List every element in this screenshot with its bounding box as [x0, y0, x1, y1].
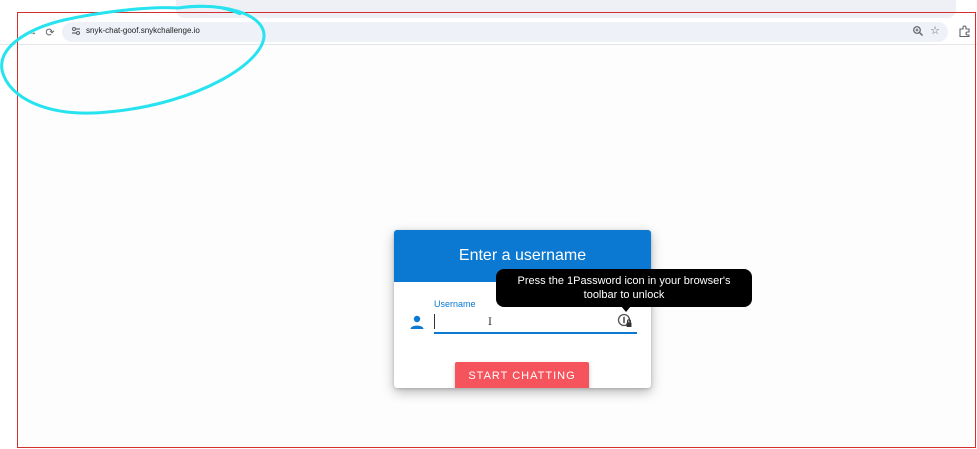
- onepassword-icon[interactable]: [617, 313, 633, 329]
- site-info-icon[interactable]: [70, 25, 82, 37]
- tooltip-arrow: [621, 306, 631, 312]
- person-icon: [410, 315, 424, 329]
- tab-strip: [176, 0, 956, 18]
- text-caret: [434, 314, 435, 329]
- ibeam-cursor: I: [488, 317, 492, 328]
- extensions-puzzle-icon[interactable]: [958, 24, 972, 38]
- onepassword-tooltip: Press the 1Password icon in your browser…: [496, 269, 752, 307]
- bookmark-star-icon[interactable]: ☆: [930, 24, 940, 38]
- address-bar[interactable]: snyk-chat-goof.snykchallenge.io ☆: [62, 22, 948, 42]
- zoom-icon[interactable]: [912, 25, 924, 37]
- username-input[interactable]: [434, 314, 614, 330]
- username-field[interactable]: I: [434, 312, 637, 334]
- reload-button[interactable]: ⟳: [42, 24, 58, 40]
- url-text[interactable]: snyk-chat-goof.snykchallenge.io: [86, 26, 200, 35]
- browser-toolbar: → ⟳ snyk-chat-goof.snykchallenge.io ☆: [0, 0, 977, 45]
- forward-button[interactable]: →: [24, 24, 40, 40]
- start-chatting-button[interactable]: START CHATTING: [455, 362, 589, 388]
- username-dialog: Enter a username Username I START CHATTI…: [394, 230, 651, 388]
- username-label: Username: [434, 299, 476, 309]
